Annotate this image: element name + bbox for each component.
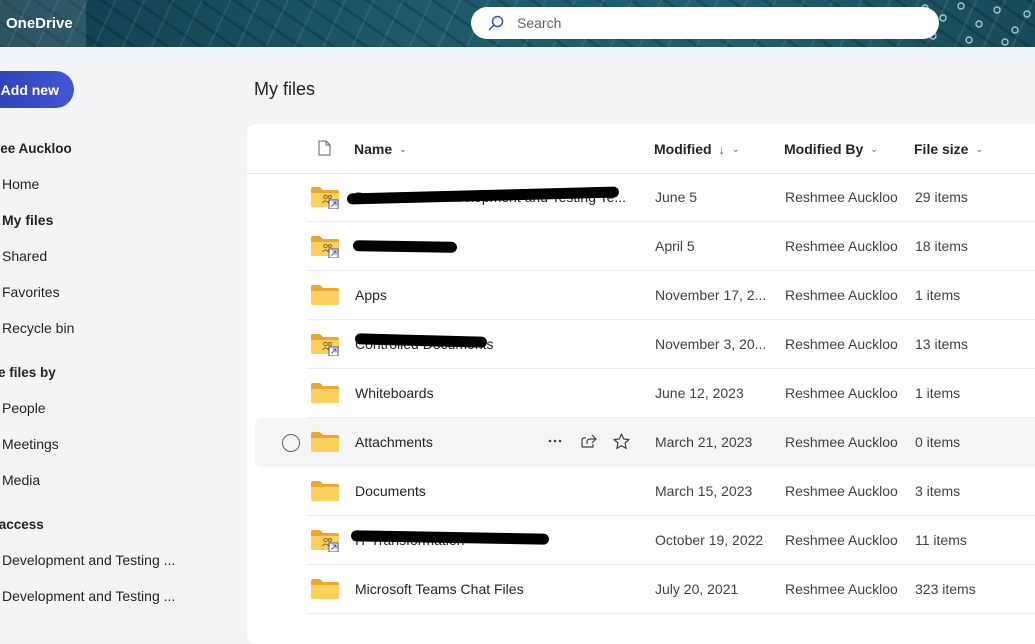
- file-size: 29 items: [915, 189, 968, 205]
- favorite-star-icon[interactable]: [611, 431, 631, 451]
- modified-date: March 15, 2023: [655, 483, 753, 499]
- file-type-icon[interactable]: [318, 140, 331, 156]
- modified-by: Reshmee Auckloo: [785, 483, 898, 499]
- sidebar-item-home[interactable]: Home: [2, 176, 39, 192]
- shared-folder-icon: [311, 334, 339, 356]
- modified-date: November 17, 2...: [655, 287, 767, 303]
- browse-files-by-heading: wse files by: [0, 365, 56, 380]
- modified-date: April 5: [655, 238, 695, 254]
- table-row[interactable]: Documents - Development and Testing Te..…: [247, 173, 1035, 222]
- app-name[interactable]: OneDrive: [0, 0, 86, 47]
- sidebar-item-shared[interactable]: Shared: [2, 248, 47, 264]
- table-row[interactable]: Attachments March 21, 2023 Reshmee Aucklo…: [255, 418, 1035, 467]
- table-row[interactable]: April 5 Reshmee Auckloo 18 items: [247, 222, 1035, 271]
- sidebar-item-meetings[interactable]: Meetings: [2, 436, 59, 452]
- table-row[interactable]: Whiteboards June 12, 2023 Reshmee Auckloo 1…: [247, 369, 1035, 418]
- sidebar-item-people[interactable]: People: [2, 400, 46, 416]
- column-modified-label: Modified: [654, 141, 712, 157]
- user-name: hmee Auckloo: [0, 141, 72, 156]
- file-name[interactable]: Apps: [355, 287, 625, 303]
- file-size: 13 items: [915, 336, 968, 352]
- file-size: 323 items: [915, 581, 976, 597]
- search-box[interactable]: Search: [471, 7, 939, 39]
- chevron-down-icon: ⌄: [399, 143, 407, 154]
- sidebar-item-favorites[interactable]: Favorites: [2, 284, 60, 300]
- table-row[interactable]: Apps November 17, 2... Reshmee Auckloo 1 it…: [247, 271, 1035, 320]
- more-actions-icon[interactable]: [545, 431, 565, 451]
- column-name[interactable]: Name ⌄: [354, 141, 407, 157]
- modified-date: March 21, 2023: [655, 434, 753, 450]
- modified-by: Reshmee Auckloo: [785, 189, 898, 205]
- sidebar: Add new hmee Auckloo Home My files Share…: [0, 47, 245, 619]
- column-file-size-label: File size: [914, 141, 969, 157]
- modified-by: Reshmee Auckloo: [785, 581, 898, 597]
- folder-icon: [311, 579, 339, 599]
- table-row[interactable]: Documents March 15, 2023 Reshmee Auckloo 3 …: [247, 467, 1035, 516]
- folder-icon: [311, 285, 339, 305]
- add-new-button[interactable]: Add new: [0, 71, 74, 108]
- file-name[interactable]: Whiteboards: [355, 385, 625, 401]
- shared-folder-icon: [311, 530, 339, 552]
- file-size: 1 items: [915, 385, 961, 401]
- column-header-row: Name ⌄ Modified ↓ ⌄ Modified By ⌄ File s…: [247, 124, 1035, 174]
- chevron-down-icon: ⌄: [975, 143, 984, 154]
- table-row[interactable]: Controlled DocumentsNovember 3, 20...Res…: [247, 320, 1035, 369]
- modified-by: Reshmee Auckloo: [785, 532, 898, 548]
- file-size: 18 items: [915, 238, 968, 254]
- file-size: 0 items: [915, 434, 961, 450]
- modified-by: Reshmee Auckloo: [785, 336, 898, 352]
- sidebar-item-my-files[interactable]: My files: [2, 212, 53, 228]
- file-size: 11 items: [915, 532, 967, 548]
- table-row[interactable]: Microsoft Teams Chat Files July 20, 2021 R…: [247, 565, 1035, 614]
- modified-date: October 19, 2022: [655, 532, 764, 548]
- modified-by: Reshmee Auckloo: [785, 434, 898, 450]
- file-size: 3 items: [915, 483, 961, 499]
- table-row[interactable]: IT TransformationOctober 19, 2022Reshmee…: [247, 516, 1035, 565]
- folder-icon: [311, 481, 339, 501]
- modified-date: November 3, 20...: [655, 336, 767, 352]
- folder-icon: [311, 432, 339, 452]
- sort-down-arrow-icon: ↓: [718, 141, 726, 157]
- column-name-label: Name: [354, 141, 393, 157]
- modified-by: Reshmee Auckloo: [785, 385, 898, 401]
- shared-folder-icon: [311, 187, 339, 209]
- column-modified[interactable]: Modified ↓ ⌄: [654, 141, 740, 157]
- file-size: 1 items: [915, 287, 961, 303]
- row-divider: [307, 613, 1035, 614]
- sidebar-item-media[interactable]: Media: [2, 472, 40, 488]
- modified-date: June 12, 2023: [655, 385, 744, 401]
- file-list: Name ⌄ Modified ↓ ⌄ Modified By ⌄ File s…: [247, 124, 1035, 644]
- search-icon: [488, 15, 504, 31]
- sidebar-item-recycle-bin[interactable]: Recycle bin: [2, 320, 74, 336]
- file-name[interactable]: Documents: [355, 483, 625, 499]
- column-modified-by-label: Modified By: [784, 141, 864, 157]
- shared-folder-icon: [311, 236, 339, 258]
- quick-access-item[interactable]: Development and Testing ...: [2, 552, 175, 568]
- top-bar: OneDrive Search: [0, 0, 1035, 47]
- search-input[interactable]: Search: [517, 15, 561, 31]
- quick-access-heading: ck access: [0, 517, 44, 532]
- modified-by: Reshmee Auckloo: [785, 238, 898, 254]
- page-title: My files: [254, 79, 316, 99]
- modified-by: Reshmee Auckloo: [785, 287, 898, 303]
- chevron-down-icon: ⌄: [870, 143, 878, 154]
- file-name[interactable]: Microsoft Teams Chat Files: [355, 581, 625, 597]
- modified-date: July 20, 2021: [655, 581, 739, 597]
- share-icon[interactable]: [579, 431, 599, 451]
- chevron-down-icon: ⌄: [732, 143, 740, 154]
- folder-icon: [311, 383, 339, 403]
- modified-date: June 5: [655, 189, 698, 205]
- column-file-size[interactable]: File size ⌄: [914, 141, 983, 157]
- column-modified-by[interactable]: Modified By ⌄: [784, 141, 878, 157]
- quick-access-item[interactable]: Development and Testing ...: [2, 588, 175, 604]
- redaction-mark: [352, 240, 458, 253]
